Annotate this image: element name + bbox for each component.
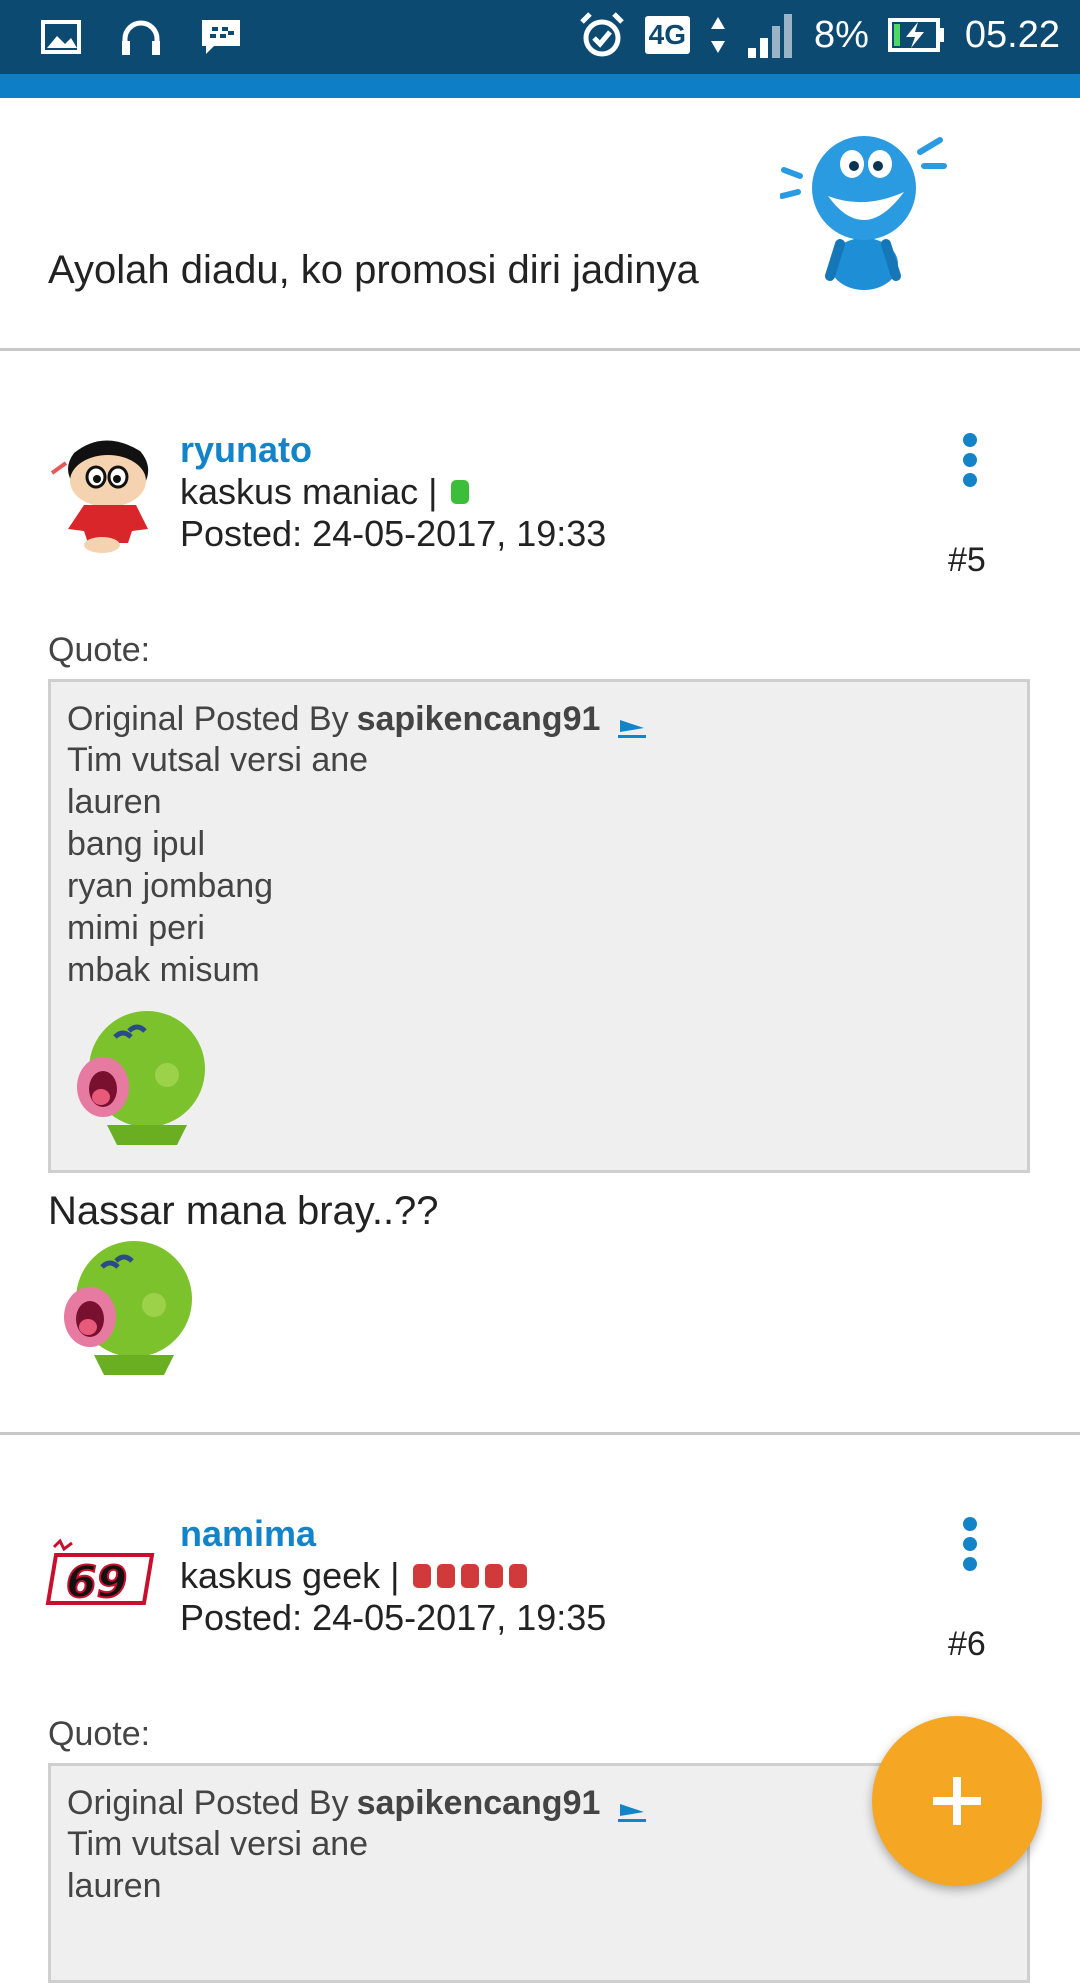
quote-prefix: Original Posted By — [67, 1784, 349, 1822]
network-type-badge: 4G — [644, 16, 690, 54]
gallery-icon — [36, 12, 86, 62]
alarm-icon — [577, 10, 627, 60]
user-rank-label: kaskus geek | — [180, 1555, 400, 1596]
clock: 05.22 — [964, 13, 1060, 56]
view-post-arrow-icon[interactable] — [618, 709, 647, 738]
post-body-text: Nassar mana bray..?? — [48, 1189, 439, 1233]
quote-box: Original Posted By sapikencang91 Tim vut… — [48, 679, 1030, 1173]
reputation-indicator — [413, 1555, 533, 1597]
quote-label: Quote: — [48, 1715, 151, 1753]
quote-line: Tim vutsal versi ane — [67, 741, 369, 779]
bbm-icon — [196, 12, 246, 62]
signal-icon — [746, 10, 796, 60]
post-number[interactable]: #6 — [948, 1625, 986, 1664]
quote-line: ryan jombang — [67, 867, 274, 905]
post-username[interactable]: ryunato — [180, 429, 312, 471]
post-username[interactable]: namima — [180, 1513, 316, 1555]
quote-header: Original Posted By sapikencang91 — [67, 1784, 1011, 1823]
quote-line: bang ipul — [67, 825, 206, 863]
battery-percent: 8% — [813, 13, 869, 56]
battery-charging-icon — [887, 10, 947, 60]
data-arrows-icon — [708, 10, 728, 60]
post-menu-button[interactable] — [960, 433, 980, 487]
quote-label: Quote: — [48, 631, 151, 669]
post-date: Posted: 24-05-2017, 19:35 — [180, 1597, 607, 1638]
post-number[interactable]: #5 — [948, 541, 986, 580]
quote-line: mbak misum — [67, 951, 260, 989]
laughing-emoticon — [779, 126, 950, 296]
user-rank: kaskus maniac | — [180, 471, 470, 513]
headphones-icon — [116, 12, 166, 62]
user-avatar[interactable] — [44, 433, 164, 553]
quote-line: lauren — [67, 783, 162, 821]
post-date: Posted: 24-05-2017, 19:33 — [180, 513, 607, 554]
toolbar-strip — [0, 74, 1080, 98]
reply-fab-button[interactable] — [872, 1716, 1042, 1886]
status-bar: 4G 8% 05.22 — [0, 0, 1080, 98]
quote-line: lauren — [67, 1867, 162, 1905]
user-avatar[interactable]: 69 — [44, 1517, 164, 1637]
post-menu-button[interactable] — [960, 1517, 980, 1571]
view-post-arrow-icon[interactable] — [618, 1793, 647, 1822]
plus-icon — [933, 1777, 981, 1825]
svg-text:69: 69 — [66, 1557, 127, 1608]
post-item: ryunato kaskus maniac | Posted: 24-05-20… — [0, 351, 1080, 1431]
thread-content[interactable]: Ayolah diadu, ko promosi diri jadinya ry… — [0, 98, 1080, 1983]
shouting-emoticon — [54, 1235, 194, 1375]
quote-line: mimi peri — [67, 909, 205, 947]
quote-author[interactable]: sapikencang91 — [357, 1784, 601, 1823]
quote-header: Original Posted By sapikencang91 — [67, 700, 1011, 739]
online-status-indicator — [451, 480, 470, 504]
quote-author[interactable]: sapikencang91 — [357, 700, 601, 739]
previous-post-text: Ayolah diadu, ko promosi diri jadinya — [48, 248, 699, 292]
quote-prefix: Original Posted By — [67, 700, 349, 738]
more-vert-icon — [963, 433, 977, 447]
user-rank: kaskus geek | — [180, 1555, 533, 1597]
quote-line: Tim vutsal versi ane — [67, 1825, 369, 1863]
more-vert-icon — [963, 1517, 977, 1531]
shouting-emoticon — [67, 1005, 207, 1145]
user-rank-label: kaskus maniac | — [180, 471, 438, 512]
